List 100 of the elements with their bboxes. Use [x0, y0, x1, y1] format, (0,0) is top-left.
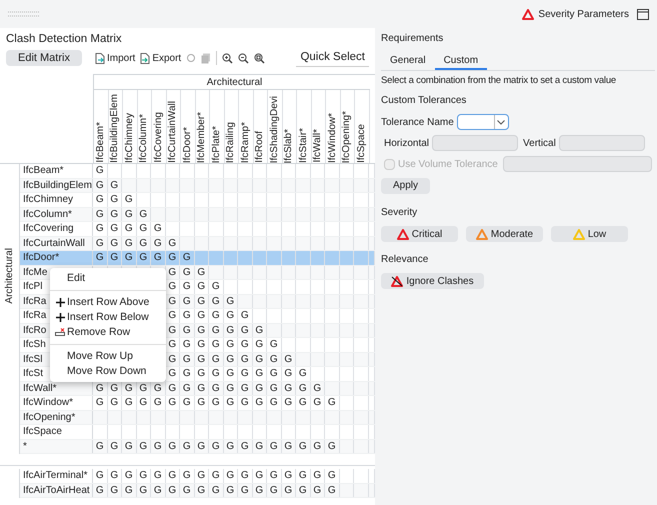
matrix-cell[interactable]: G — [298, 367, 307, 380]
matrix-cell[interactable]: G — [240, 382, 249, 395]
matrix-cell[interactable]: G — [139, 222, 148, 236]
row-header[interactable]: IfcChimney — [23, 194, 74, 205]
matrix-cell[interactable]: G — [168, 338, 176, 352]
matrix-cell[interactable]: G — [255, 338, 264, 352]
matrix-cell[interactable]: G — [212, 396, 220, 410]
row-header[interactable]: IfcWall* — [23, 382, 57, 394]
matrix-cell[interactable]: G — [212, 324, 220, 337]
zoom-in-icon[interactable] — [222, 52, 234, 64]
menu-item[interactable]: Insert Row Below — [50, 310, 166, 325]
matrix-cell[interactable]: G — [226, 382, 234, 395]
column-header[interactable]: IfcBeam* — [94, 122, 108, 163]
column-header[interactable]: IfcChimney — [122, 112, 137, 163]
column-header[interactable]: IfcWindow* — [326, 112, 340, 163]
matrix-cell[interactable]: G — [284, 484, 292, 497]
matrix-row[interactable]: IfcWall* G G G G G G G G G G G G G G G G — [20, 382, 375, 396]
import-button[interactable]: Import — [94, 50, 136, 66]
matrix-cell[interactable]: G — [298, 469, 307, 482]
matrix-row[interactable]: IfcBeam* G — [20, 164, 375, 178]
matrix-cell[interactable]: G — [197, 324, 206, 337]
matrix-cell[interactable]: G — [197, 382, 206, 395]
matrix-cell[interactable]: G — [240, 469, 249, 482]
matrix-cell[interactable]: G — [110, 251, 118, 264]
matrix-cell[interactable]: G — [168, 352, 176, 366]
matrix-cell[interactable]: G — [197, 484, 206, 497]
matrix-cell[interactable]: G — [255, 440, 264, 453]
copy-icon[interactable] — [201, 52, 212, 64]
matrix-row[interactable]: IfcSpace — [20, 425, 375, 440]
matrix-cell[interactable]: G — [240, 367, 249, 380]
column-header[interactable]: IfcSlab* — [282, 128, 296, 163]
matrix-cell[interactable]: G — [298, 484, 307, 497]
matrix-cell[interactable]: G — [168, 469, 176, 482]
severity-button[interactable]: Moderate — [466, 226, 543, 242]
matrix-cell[interactable]: G — [96, 236, 104, 250]
matrix-cell[interactable]: G — [124, 382, 133, 395]
matrix-cell[interactable]: G — [226, 469, 234, 482]
matrix-row[interactable]: IfcAirToAirHeat G G G G G G G G G G G G G G G G G — [20, 484, 375, 498]
column-header[interactable]: IfcRailing — [224, 122, 238, 163]
matrix-cell[interactable]: G — [110, 484, 118, 497]
menu-item[interactable]: Insert Row Above — [50, 295, 166, 310]
tolerance-name-combobox[interactable] — [456, 114, 509, 130]
matrix-cell[interactable]: G — [139, 251, 148, 264]
matrix-cell[interactable]: G — [154, 484, 162, 497]
row-header[interactable]: IfcPl — [23, 281, 42, 292]
matrix-cell[interactable]: G — [110, 396, 118, 410]
matrix-cell[interactable]: G — [124, 251, 133, 264]
row-header[interactable]: IfcMe — [23, 266, 48, 278]
matrix-cell[interactable]: G — [168, 484, 176, 497]
matrix-cell[interactable]: G — [182, 396, 191, 410]
matrix-cell[interactable]: G — [197, 367, 206, 380]
matrix-cell[interactable]: G — [197, 352, 206, 366]
column-header[interactable]: IfcPlate* — [210, 126, 224, 163]
matrix-cell[interactable]: G — [168, 251, 176, 264]
matrix-cell[interactable]: G — [240, 324, 249, 337]
matrix-cell[interactable]: G — [270, 367, 278, 380]
matrix-cell[interactable]: G — [328, 484, 336, 497]
row-header[interactable]: IfcRa — [23, 310, 46, 321]
matrix-cell[interactable]: G — [96, 193, 104, 206]
column-header[interactable]: IfcColumn* — [137, 114, 152, 163]
matrix-cell[interactable]: G — [182, 266, 191, 279]
column-header[interactable]: IfcShadingDevi — [268, 96, 282, 163]
matrix-cell[interactable]: G — [182, 440, 191, 453]
matrix-cell[interactable]: G — [313, 469, 322, 482]
matrix-cell[interactable]: G — [226, 396, 234, 410]
matrix-cell[interactable]: G — [96, 440, 104, 453]
matrix-cell[interactable]: G — [168, 309, 176, 322]
row-header[interactable]: IfcCurtainWall — [23, 238, 85, 248]
menu-item[interactable]: Move Row Down — [50, 364, 166, 379]
matrix-cell[interactable]: G — [226, 294, 234, 308]
matrix-cell[interactable]: G — [255, 382, 264, 395]
matrix-cell[interactable]: G — [96, 222, 104, 236]
matrix-cell[interactable]: G — [96, 484, 104, 497]
matrix-cell[interactable]: G — [240, 396, 249, 410]
matrix-cell[interactable]: G — [212, 484, 220, 497]
matrix-cell[interactable]: G — [212, 382, 220, 395]
matrix-cell[interactable]: G — [110, 382, 118, 395]
matrix-cell[interactable]: G — [226, 324, 234, 337]
matrix-cell[interactable]: G — [284, 396, 292, 410]
matrix-cell[interactable]: G — [124, 440, 133, 453]
matrix-cell[interactable]: G — [284, 382, 292, 395]
matrix-cell[interactable]: G — [139, 236, 148, 250]
matrix-cell[interactable]: G — [182, 324, 191, 337]
matrix-cell[interactable]: G — [240, 352, 249, 366]
matrix-cell[interactable]: G — [124, 222, 133, 236]
matrix-cell[interactable]: G — [154, 440, 162, 453]
row-header[interactable]: IfcSh — [23, 339, 46, 350]
matrix-cell[interactable]: G — [110, 236, 118, 250]
matrix-cell[interactable]: G — [212, 309, 220, 322]
matrix-cell[interactable]: G — [154, 382, 162, 395]
matrix-cell[interactable]: G — [298, 440, 307, 453]
column-header[interactable]: IfcMember* — [195, 112, 210, 163]
matrix-row[interactable]: IfcColumn* G G G G — [20, 208, 375, 222]
matrix-cell[interactable]: G — [168, 280, 176, 294]
matrix-cell[interactable]: G — [139, 382, 148, 395]
row-header[interactable]: IfcAirTerminal* — [23, 470, 88, 481]
matrix-cell[interactable]: G — [168, 440, 176, 453]
matrix-cell[interactable]: G — [255, 469, 264, 482]
row-header[interactable]: IfcSl — [23, 354, 42, 364]
matrix-cell[interactable]: G — [96, 396, 104, 410]
